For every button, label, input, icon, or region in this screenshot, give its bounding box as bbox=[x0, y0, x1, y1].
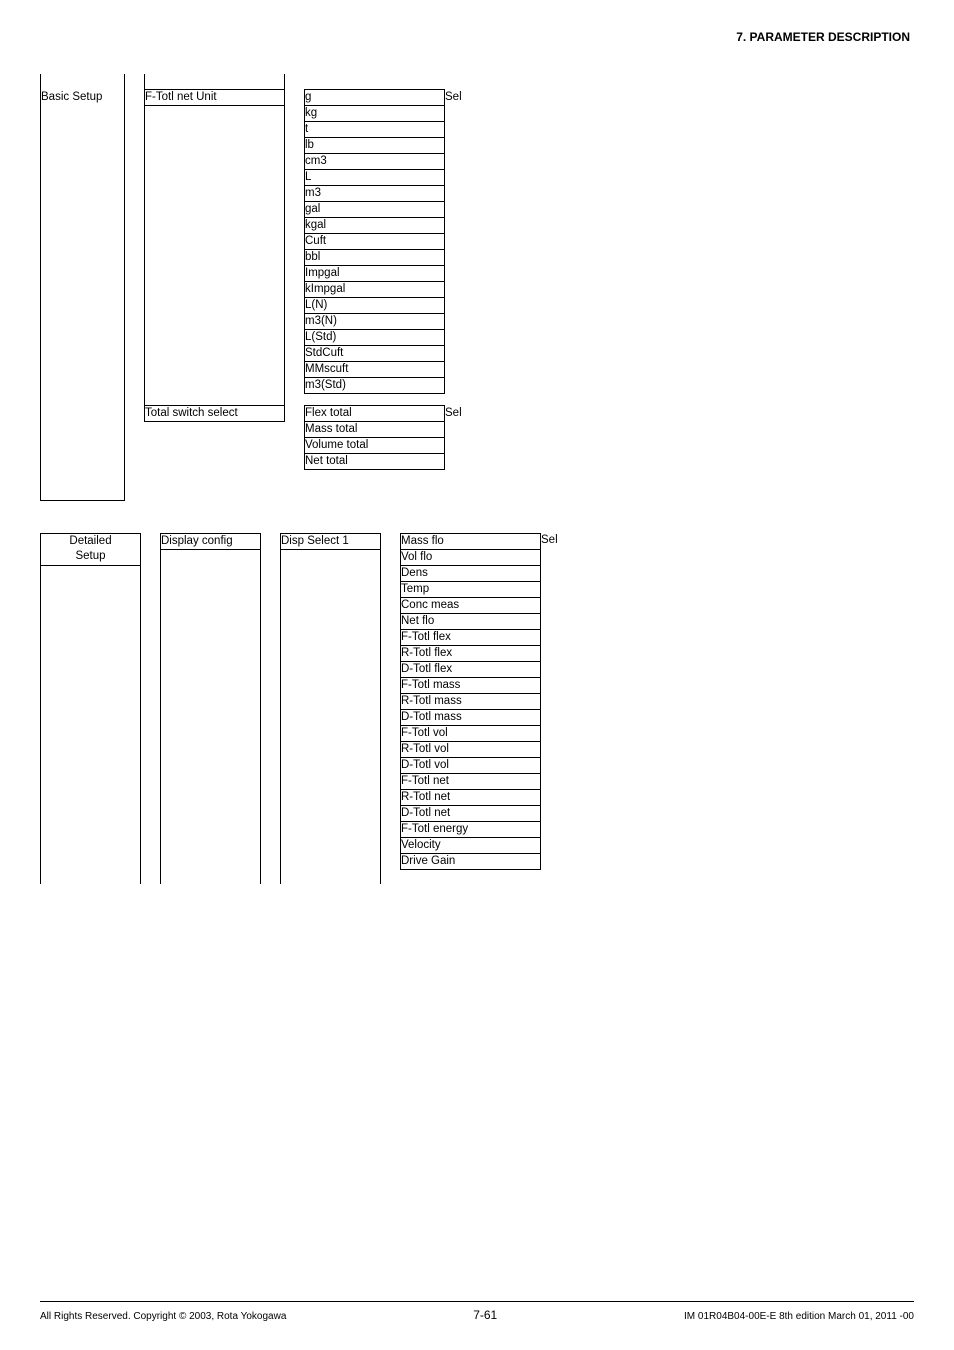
annot-sel: Sel bbox=[445, 90, 463, 106]
option-cell: Net total bbox=[305, 454, 445, 470]
option-cell: Cuft bbox=[305, 234, 445, 250]
option-cell: D-Totl vol bbox=[401, 757, 541, 773]
option-cell: cm3 bbox=[305, 154, 445, 170]
option-cell: StdCuft bbox=[305, 346, 445, 362]
option-cell: F-Totl mass bbox=[401, 677, 541, 693]
option-cell: Mass total bbox=[305, 422, 445, 438]
footer-doc-id: IM 01R04B04-00E-E 8th edition March 01, … bbox=[684, 1311, 914, 1322]
page-footer: All Rights Reserved. Copyright © 2003, R… bbox=[40, 1301, 914, 1322]
annot-sel: Sel bbox=[541, 533, 559, 549]
option-cell: kg bbox=[305, 106, 445, 122]
option-cell: D-Totl mass bbox=[401, 709, 541, 725]
option-cell: Volume total bbox=[305, 438, 445, 454]
option-cell: Vol flo bbox=[401, 549, 541, 565]
option-cell: Drive Gain bbox=[401, 853, 541, 869]
option-cell: MMscuft bbox=[305, 362, 445, 378]
option-cell: gal bbox=[305, 202, 445, 218]
param-disp-select-1: Disp Select 1 bbox=[281, 533, 381, 549]
option-cell: R-Totl vol bbox=[401, 741, 541, 757]
option-cell: m3 bbox=[305, 186, 445, 202]
footer-page-number: 7-61 bbox=[473, 1308, 497, 1322]
annot-sel: Sel bbox=[445, 406, 463, 422]
option-cell: t bbox=[305, 122, 445, 138]
option-cell: Temp bbox=[401, 581, 541, 597]
option-cell: bbl bbox=[305, 250, 445, 266]
option-cell: Velocity bbox=[401, 837, 541, 853]
basic-setup-tree: Basic Setup F-Totl net Unit g Sel kg t l… bbox=[40, 74, 914, 501]
option-cell: lb bbox=[305, 138, 445, 154]
submenu-display-config: Display config bbox=[161, 533, 261, 549]
menu-basic-setup: Basic Setup bbox=[41, 90, 125, 106]
option-cell: F-Totl energy bbox=[401, 821, 541, 837]
option-cell: L(Std) bbox=[305, 330, 445, 346]
detailed-setup-tree: Detailed Setup Display config Disp Selec… bbox=[40, 533, 914, 885]
option-cell: F-Totl vol bbox=[401, 725, 541, 741]
option-cell: Mass flo bbox=[401, 533, 541, 549]
option-cell: m3(Std) bbox=[305, 378, 445, 394]
option-cell: Net flo bbox=[401, 613, 541, 629]
option-cell: Dens bbox=[401, 565, 541, 581]
param-total-switch-select: Total switch select bbox=[145, 406, 285, 422]
param-f-totl-net-unit: F-Totl net Unit bbox=[145, 90, 285, 106]
option-cell: kgal bbox=[305, 218, 445, 234]
option-cell: m3(N) bbox=[305, 314, 445, 330]
section-header: 7. PARAMETER DESCRIPTION bbox=[40, 30, 914, 44]
option-cell: F-Totl flex bbox=[401, 629, 541, 645]
menu-detailed-setup: Detailed Setup bbox=[41, 533, 141, 565]
option-cell: F-Totl net bbox=[401, 773, 541, 789]
option-cell: Flex total bbox=[305, 406, 445, 422]
option-cell: R-Totl flex bbox=[401, 645, 541, 661]
option-cell: D-Totl flex bbox=[401, 661, 541, 677]
option-cell: Impgal bbox=[305, 266, 445, 282]
option-cell: L(N) bbox=[305, 298, 445, 314]
option-cell: kImpgal bbox=[305, 282, 445, 298]
option-cell: R-Totl mass bbox=[401, 693, 541, 709]
option-cell: g bbox=[305, 90, 445, 106]
option-cell: R-Totl net bbox=[401, 789, 541, 805]
option-cell: Conc meas bbox=[401, 597, 541, 613]
option-cell: D-Totl net bbox=[401, 805, 541, 821]
footer-copyright: All Rights Reserved. Copyright © 2003, R… bbox=[40, 1311, 286, 1322]
option-cell: L bbox=[305, 170, 445, 186]
